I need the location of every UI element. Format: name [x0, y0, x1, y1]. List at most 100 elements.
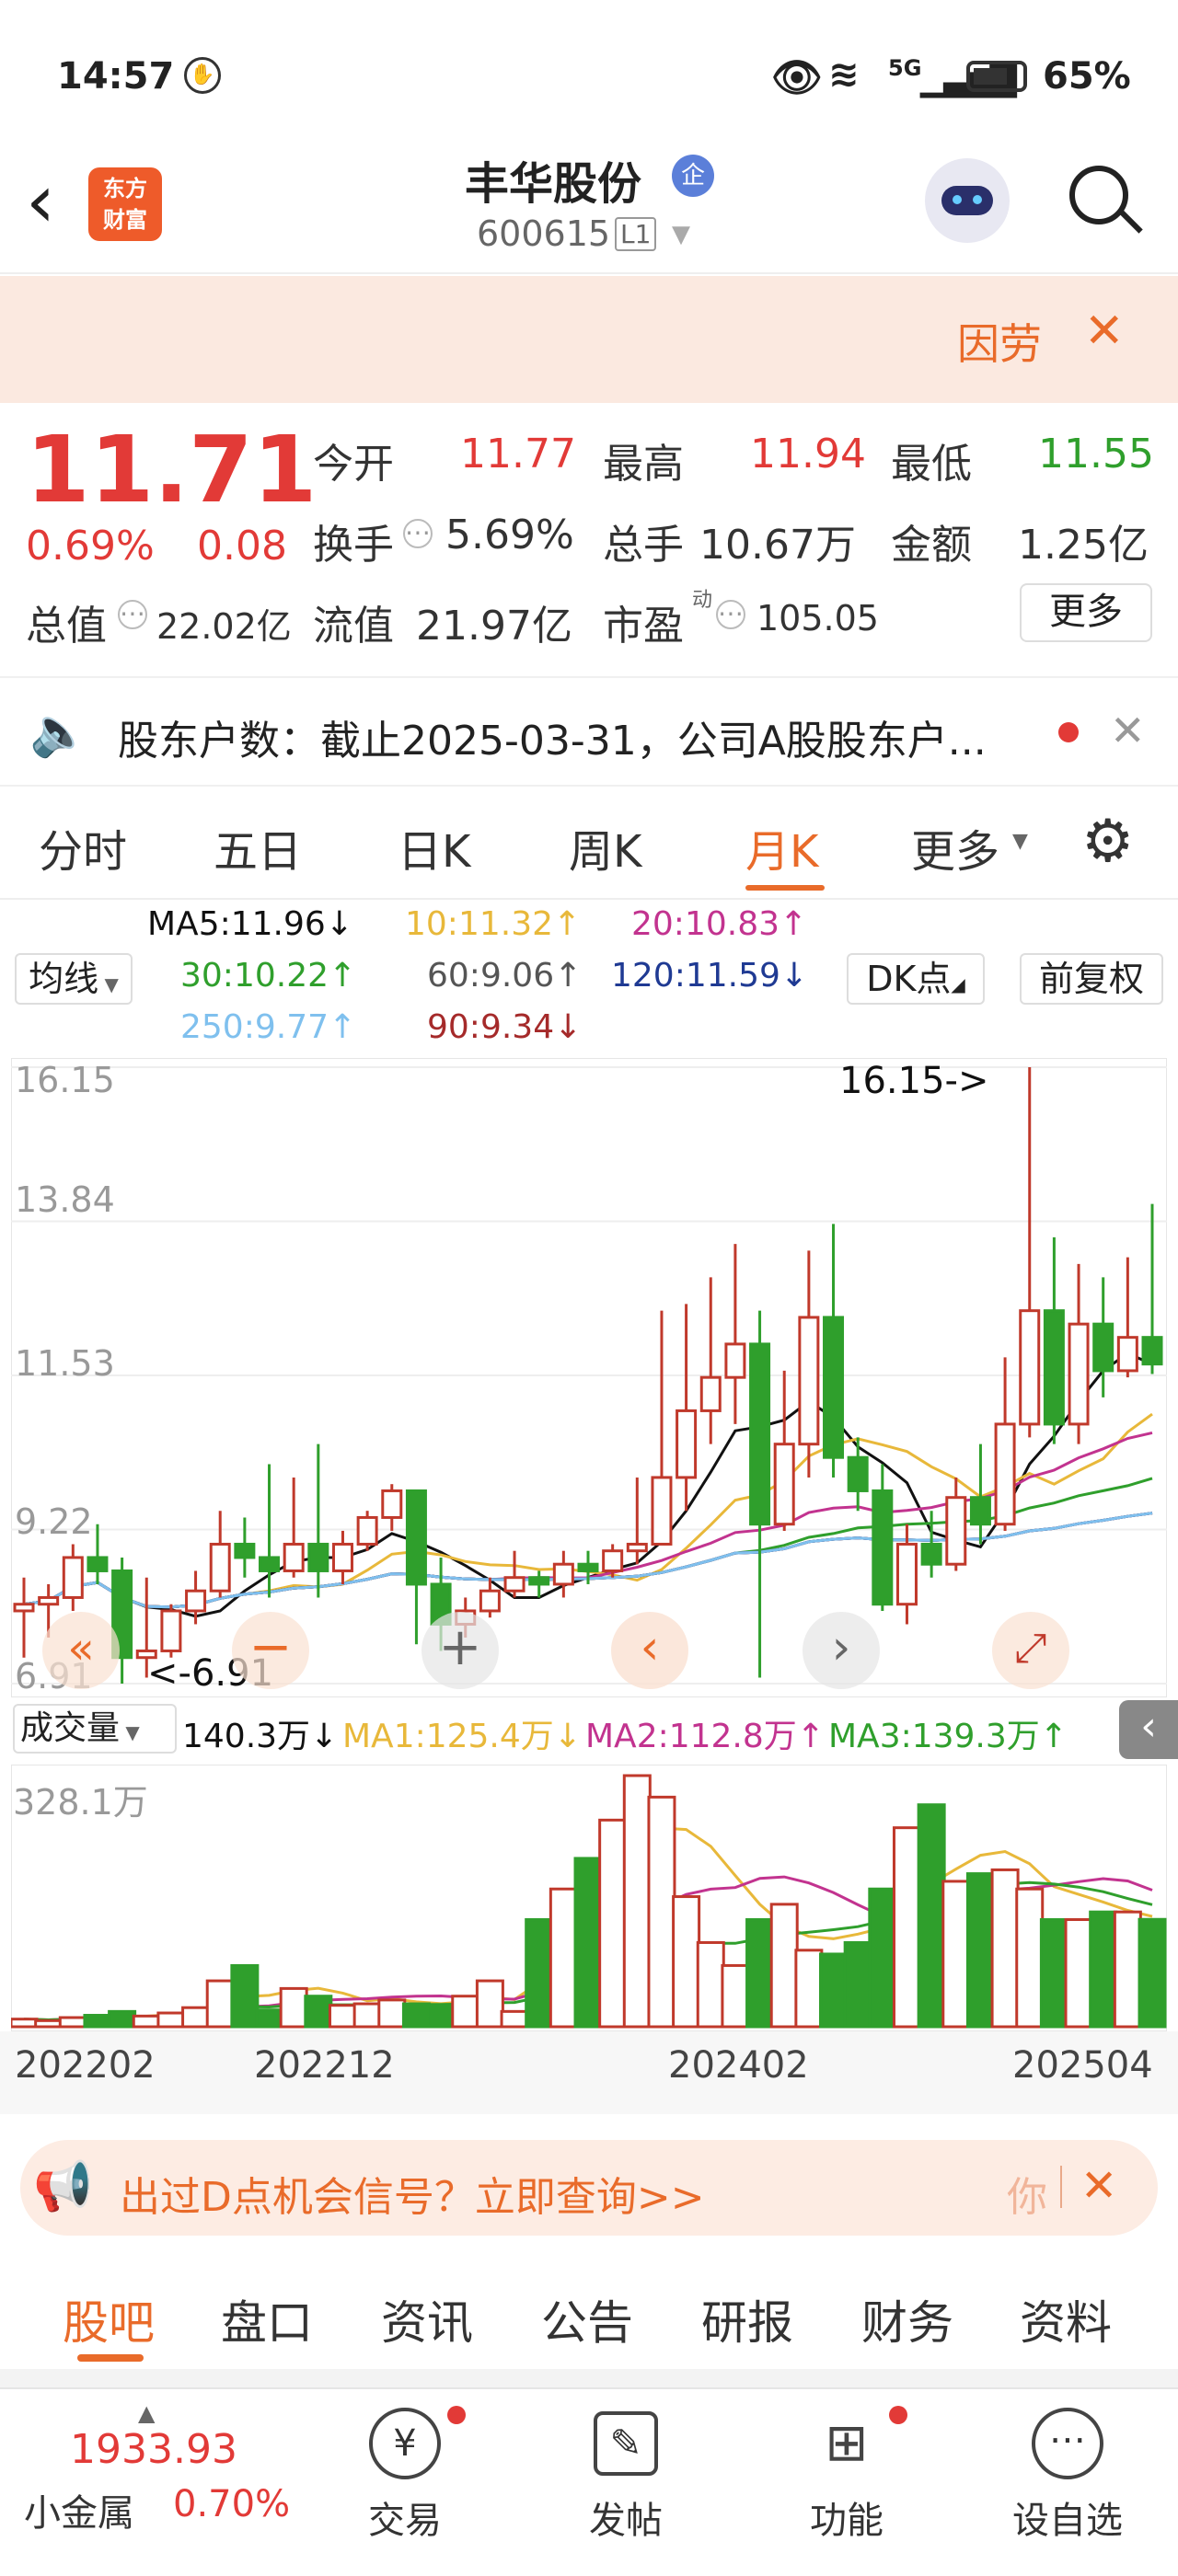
megaphone-icon: 📢	[33, 2159, 93, 2214]
battery-icon	[966, 61, 1027, 92]
quote-panel: 11.71 0.69% 0.08 总值 ⋯ 22.02亿 今开 11.77 最高…	[0, 403, 1178, 670]
index-name: 小金属	[24, 2492, 134, 2535]
volume-bar	[83, 2014, 112, 2029]
volume-bar	[475, 1979, 504, 2029]
scroll-left-icon[interactable]: ‹	[611, 1612, 688, 1689]
promo-banner[interactable]: 因劳 ✕	[0, 276, 1178, 403]
volume-bar	[500, 2009, 529, 2029]
price-tick: 9.22	[15, 1501, 93, 1542]
network-label: 5G	[888, 55, 922, 81]
candle-body	[331, 1542, 353, 1572]
index-value: 1933.93	[70, 2426, 237, 2473]
pe-dynamic-label: 动	[692, 589, 713, 612]
kline-chart[interactable]	[11, 1058, 1167, 1697]
gear-icon[interactable]: ⚙	[1081, 808, 1134, 876]
volume-selector-label: 成交量	[20, 1709, 121, 1747]
tab-pankou[interactable]: 盘口	[221, 2286, 313, 2352]
chevron-down-icon[interactable]: ▼	[672, 221, 690, 248]
add-watchlist-button[interactable]: ⋯ 设自选	[1003, 2408, 1132, 2544]
close-icon[interactable]: ✕	[1080, 2160, 1117, 2212]
price-tick: 16.15	[15, 1060, 115, 1100]
scroll-start-icon[interactable]: «	[42, 1612, 120, 1689]
signal-banner-tail: 你	[1007, 2174, 1047, 2221]
tab-weekly-k[interactable]: 周K	[569, 815, 641, 880]
tab-five-day[interactable]: 五日	[214, 815, 302, 880]
adjust-mode-button[interactable]: 前复权	[1020, 953, 1163, 1005]
chevron-up-icon: ▲	[138, 2400, 156, 2426]
candle-body	[895, 1542, 918, 1606]
notice-bar[interactable]: 🔈 股东户数：截止2025-03-31，公司A股股东户... ✕	[0, 676, 1178, 787]
add-watchlist-label: 设自选	[1012, 2500, 1123, 2542]
info-icon[interactable]: ⋯	[118, 600, 147, 629]
tab-news[interactable]: 资讯	[381, 2286, 473, 2352]
volume-selector-button[interactable]: 成交量 ▼	[13, 1704, 177, 1754]
amount-label: 金额	[891, 522, 972, 569]
signal-banner[interactable]: 📢 出过D点机会信号？立即查询>> 你 ✕	[20, 2140, 1158, 2236]
info-icon[interactable]: ⋯	[716, 600, 745, 629]
ma5-value: MA5:11.96↓	[147, 905, 353, 943]
scroll-right-icon[interactable]: ›	[803, 1612, 880, 1689]
volume-bar	[451, 1995, 480, 2029]
candle-body	[87, 1556, 109, 1572]
section-divider	[0, 2369, 1178, 2387]
search-icon[interactable]	[1069, 166, 1128, 224]
volume-bar	[696, 1940, 725, 2029]
volume-bar	[1138, 1917, 1167, 2029]
zoom-in-icon[interactable]: +	[422, 1612, 499, 1689]
app-logo: 东方 财富	[88, 167, 162, 241]
tab-finance[interactable]: 财务	[861, 2286, 953, 2352]
dk-point-button[interactable]: DK点◢	[847, 953, 985, 1005]
zoom-out-icon[interactable]: −	[232, 1612, 309, 1689]
close-icon[interactable]: ✕	[1110, 706, 1146, 755]
volume-value: 10.67万	[699, 522, 856, 569]
volume-bar	[377, 1998, 407, 2029]
tab-announcements[interactable]: 公告	[541, 2286, 633, 2352]
post-button[interactable]: ✎ 发帖	[571, 2408, 681, 2544]
back-icon[interactable]: ‹	[26, 158, 55, 244]
status-bar: 14:57 ✋ 👁 ≋ 5G ▁▃▅▇ 65%	[0, 0, 1178, 138]
current-price: 11.71	[26, 416, 318, 523]
candle-body	[1092, 1322, 1114, 1373]
fullscreen-icon[interactable]: ⤢	[992, 1612, 1069, 1689]
close-icon[interactable]: ✕	[1084, 304, 1125, 359]
volume-bar	[917, 1803, 946, 2029]
change-value: 0.08	[197, 523, 287, 569]
functions-button[interactable]: ⊞ 功能	[791, 2408, 902, 2544]
robot-avatar-icon[interactable]	[925, 158, 1010, 243]
candle-body	[283, 1542, 305, 1572]
volume-bar	[525, 1918, 554, 2029]
tab-intraday[interactable]: 分时	[39, 815, 127, 880]
collapse-panel-icon[interactable]: ‹	[1119, 1700, 1178, 1759]
candle-body	[259, 1556, 281, 1572]
low-value: 11.55	[1038, 431, 1154, 477]
float-cap-label: 流值	[313, 603, 394, 650]
volume-bar	[328, 2004, 357, 2029]
tab-more[interactable]: 更多	[911, 815, 999, 880]
tab-monthly-k[interactable]: 月K	[745, 815, 818, 880]
more-button[interactable]: 更多	[1020, 583, 1152, 642]
volume-label: 总手	[603, 522, 684, 569]
x-axis: 202202 202212 202402 202504	[0, 2031, 1178, 2114]
volume-bar	[255, 2008, 284, 2029]
pe-value: 105.05	[756, 598, 879, 638]
info-icon[interactable]: ⋯	[403, 519, 433, 548]
enterprise-badge: 企	[672, 155, 714, 197]
divider	[1060, 2166, 1062, 2208]
candle-body	[724, 1342, 746, 1379]
volume-bar	[941, 1880, 971, 2029]
volume-bar	[11, 2018, 39, 2029]
volume-legend: 成交量 ▼ 140.3万↓ MA1:125.4万↓ MA2:112.8万↑ MA…	[0, 1700, 1178, 1765]
turnover-value: 5.69%	[445, 512, 574, 558]
tab-guba[interactable]: 股吧	[63, 2286, 155, 2352]
volume-bar	[205, 1979, 235, 2029]
tab-daily-k[interactable]: 日K	[398, 815, 470, 880]
x-label: 202504	[1012, 2044, 1153, 2087]
ma-selector-button[interactable]: 均线 ▼	[15, 953, 133, 1005]
tab-profile[interactable]: 资料	[1020, 2286, 1112, 2352]
high-value: 11.94	[750, 431, 866, 477]
dk-point-label: DK点	[866, 959, 952, 999]
tab-research[interactable]: 研报	[701, 2286, 793, 2352]
volume-chart[interactable]	[11, 1765, 1167, 2031]
trade-button[interactable]: ¥ 交易	[350, 2408, 460, 2544]
more-dots-icon: ⋯	[1032, 2408, 1103, 2479]
